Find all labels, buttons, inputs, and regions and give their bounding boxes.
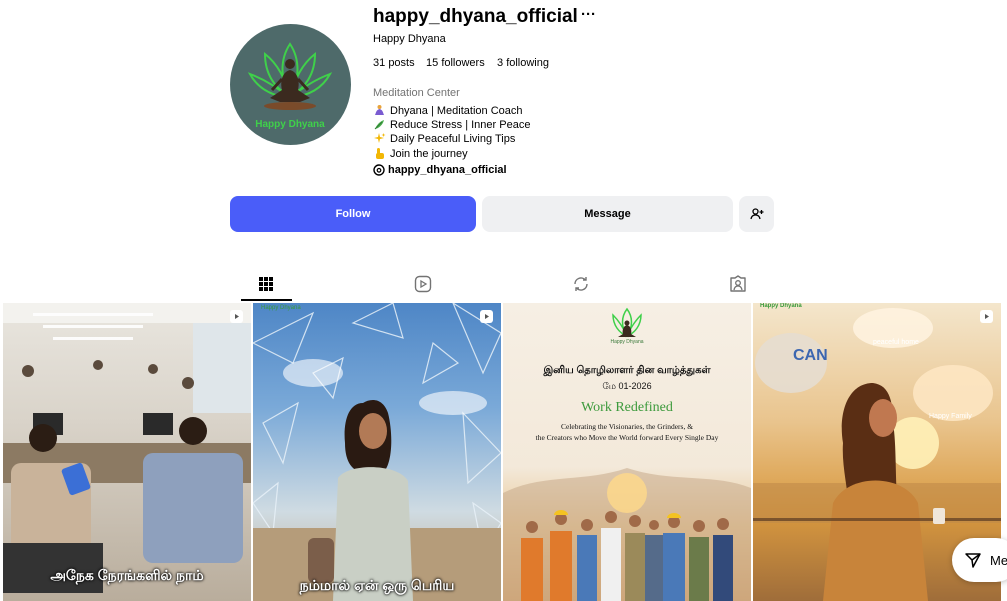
reel-icon — [980, 310, 993, 323]
post-tile-1[interactable]: அநேக நேரங்களில் நாம் — [3, 303, 251, 601]
bio-line-3: Daily Peaceful Living Tips — [373, 132, 515, 145]
post-watermark-2: Happy Dhyana — [261, 305, 301, 311]
tagged-icon — [730, 275, 746, 292]
post-overlay-label-2: peaceful home — [873, 339, 919, 346]
post-caption-1: அநேக நேரங்களில் நாம் — [50, 567, 204, 583]
add-person-icon — [749, 208, 763, 220]
herb-icon — [373, 118, 386, 131]
send-icon — [965, 553, 981, 568]
reel-icon — [230, 310, 243, 323]
tab-posts[interactable] — [256, 274, 276, 294]
threads-icon — [373, 164, 385, 176]
bio-line-4: Join the journey — [373, 147, 468, 160]
poster-date: மே 01-2026 — [602, 381, 652, 391]
more-options-icon[interactable]: ··· — [581, 6, 596, 23]
bio-text-1: Dhyana | Meditation Coach — [390, 104, 523, 117]
message-button[interactable]: Message — [482, 196, 733, 232]
threads-link[interactable]: happy_dhyana_official — [373, 164, 507, 176]
poster-subtitle-1: Celebrating the Visionaries, the Grinder… — [560, 422, 694, 431]
posts-count-value: 31 — [373, 57, 386, 69]
bio-text-2: Reduce Stress | Inner Peace — [390, 118, 531, 131]
post-tile-3[interactable]: Happy Dhyana இனிய தொழிலாளர் தின வாழ்த்து… — [503, 303, 751, 601]
posts-count-label: posts — [388, 57, 415, 69]
profile-username: happy_dhyana_official — [373, 6, 578, 27]
avatar-logo-text: Happy Dhyana — [255, 119, 325, 130]
post-overlay-label-3: Happy Family — [929, 413, 972, 420]
tab-reposts[interactable] — [571, 274, 591, 294]
tab-tagged[interactable] — [728, 274, 748, 294]
profile-category: Meditation Center — [373, 87, 460, 99]
messages-floating-button[interactable]: Me — [952, 538, 1007, 582]
bio-line-2: Reduce Stress | Inner Peace — [373, 118, 530, 131]
messages-floating-label: Me — [990, 552, 1007, 568]
profile-full-name: Happy Dhyana — [373, 33, 446, 45]
followers-count[interactable]: 15 followers — [426, 57, 485, 69]
labour-day-poster-image — [503, 307, 751, 601]
tab-reels[interactable] — [413, 274, 433, 294]
threads-handle: happy_dhyana_official — [388, 164, 507, 176]
followers-count-value: 15 — [426, 57, 439, 69]
post-caption-2: நம்மால் ஏன் ஒரு பெரிய — [299, 577, 455, 593]
following-count-label: following — [506, 57, 549, 69]
repost-icon — [574, 277, 588, 291]
poster-subtitle-2: the Creators who Move the World forward … — [535, 433, 719, 442]
bio-text-4: Join the journey — [390, 147, 468, 160]
poster-logo-text: Happy Dhyana — [610, 339, 644, 345]
meditating-person-icon — [373, 104, 386, 117]
reel-icon — [480, 310, 493, 323]
woman-breaking-glass-image — [253, 303, 501, 601]
pointing-down-icon — [373, 147, 386, 160]
post-overlay-label-1: CAN — [793, 347, 828, 364]
poster-headline: இனிய தொழிலாளர் தின வாழ்த்துகள் — [543, 365, 711, 376]
lotus-meditation-logo: Happy Dhyana — [247, 42, 333, 130]
poster-title: Work Redefined — [581, 400, 673, 415]
post-watermark-4: Happy Dhyana — [760, 303, 802, 309]
active-tab-indicator — [241, 299, 292, 301]
grid-icon — [259, 277, 273, 291]
posts-count: 31 posts — [373, 57, 415, 69]
following-count-value: 3 — [497, 57, 504, 69]
profile-avatar[interactable]: Happy Dhyana — [230, 24, 351, 145]
bio-line-1: Dhyana | Meditation Coach — [373, 104, 523, 117]
office-scene-image — [3, 303, 251, 593]
sparkles-icon — [373, 132, 386, 145]
reels-icon — [414, 275, 432, 293]
follow-button[interactable]: Follow — [230, 196, 476, 232]
profile-tabs — [0, 266, 1007, 302]
followers-count-label: followers — [441, 57, 485, 69]
suggested-accounts-button[interactable] — [739, 196, 774, 232]
following-count[interactable]: 3 following — [497, 57, 549, 69]
bio-text-3: Daily Peaceful Living Tips — [390, 132, 516, 145]
post-tile-2[interactable]: Happy Dhyana நம்மால் ஏன் ஒரு பெரிய — [253, 303, 501, 601]
